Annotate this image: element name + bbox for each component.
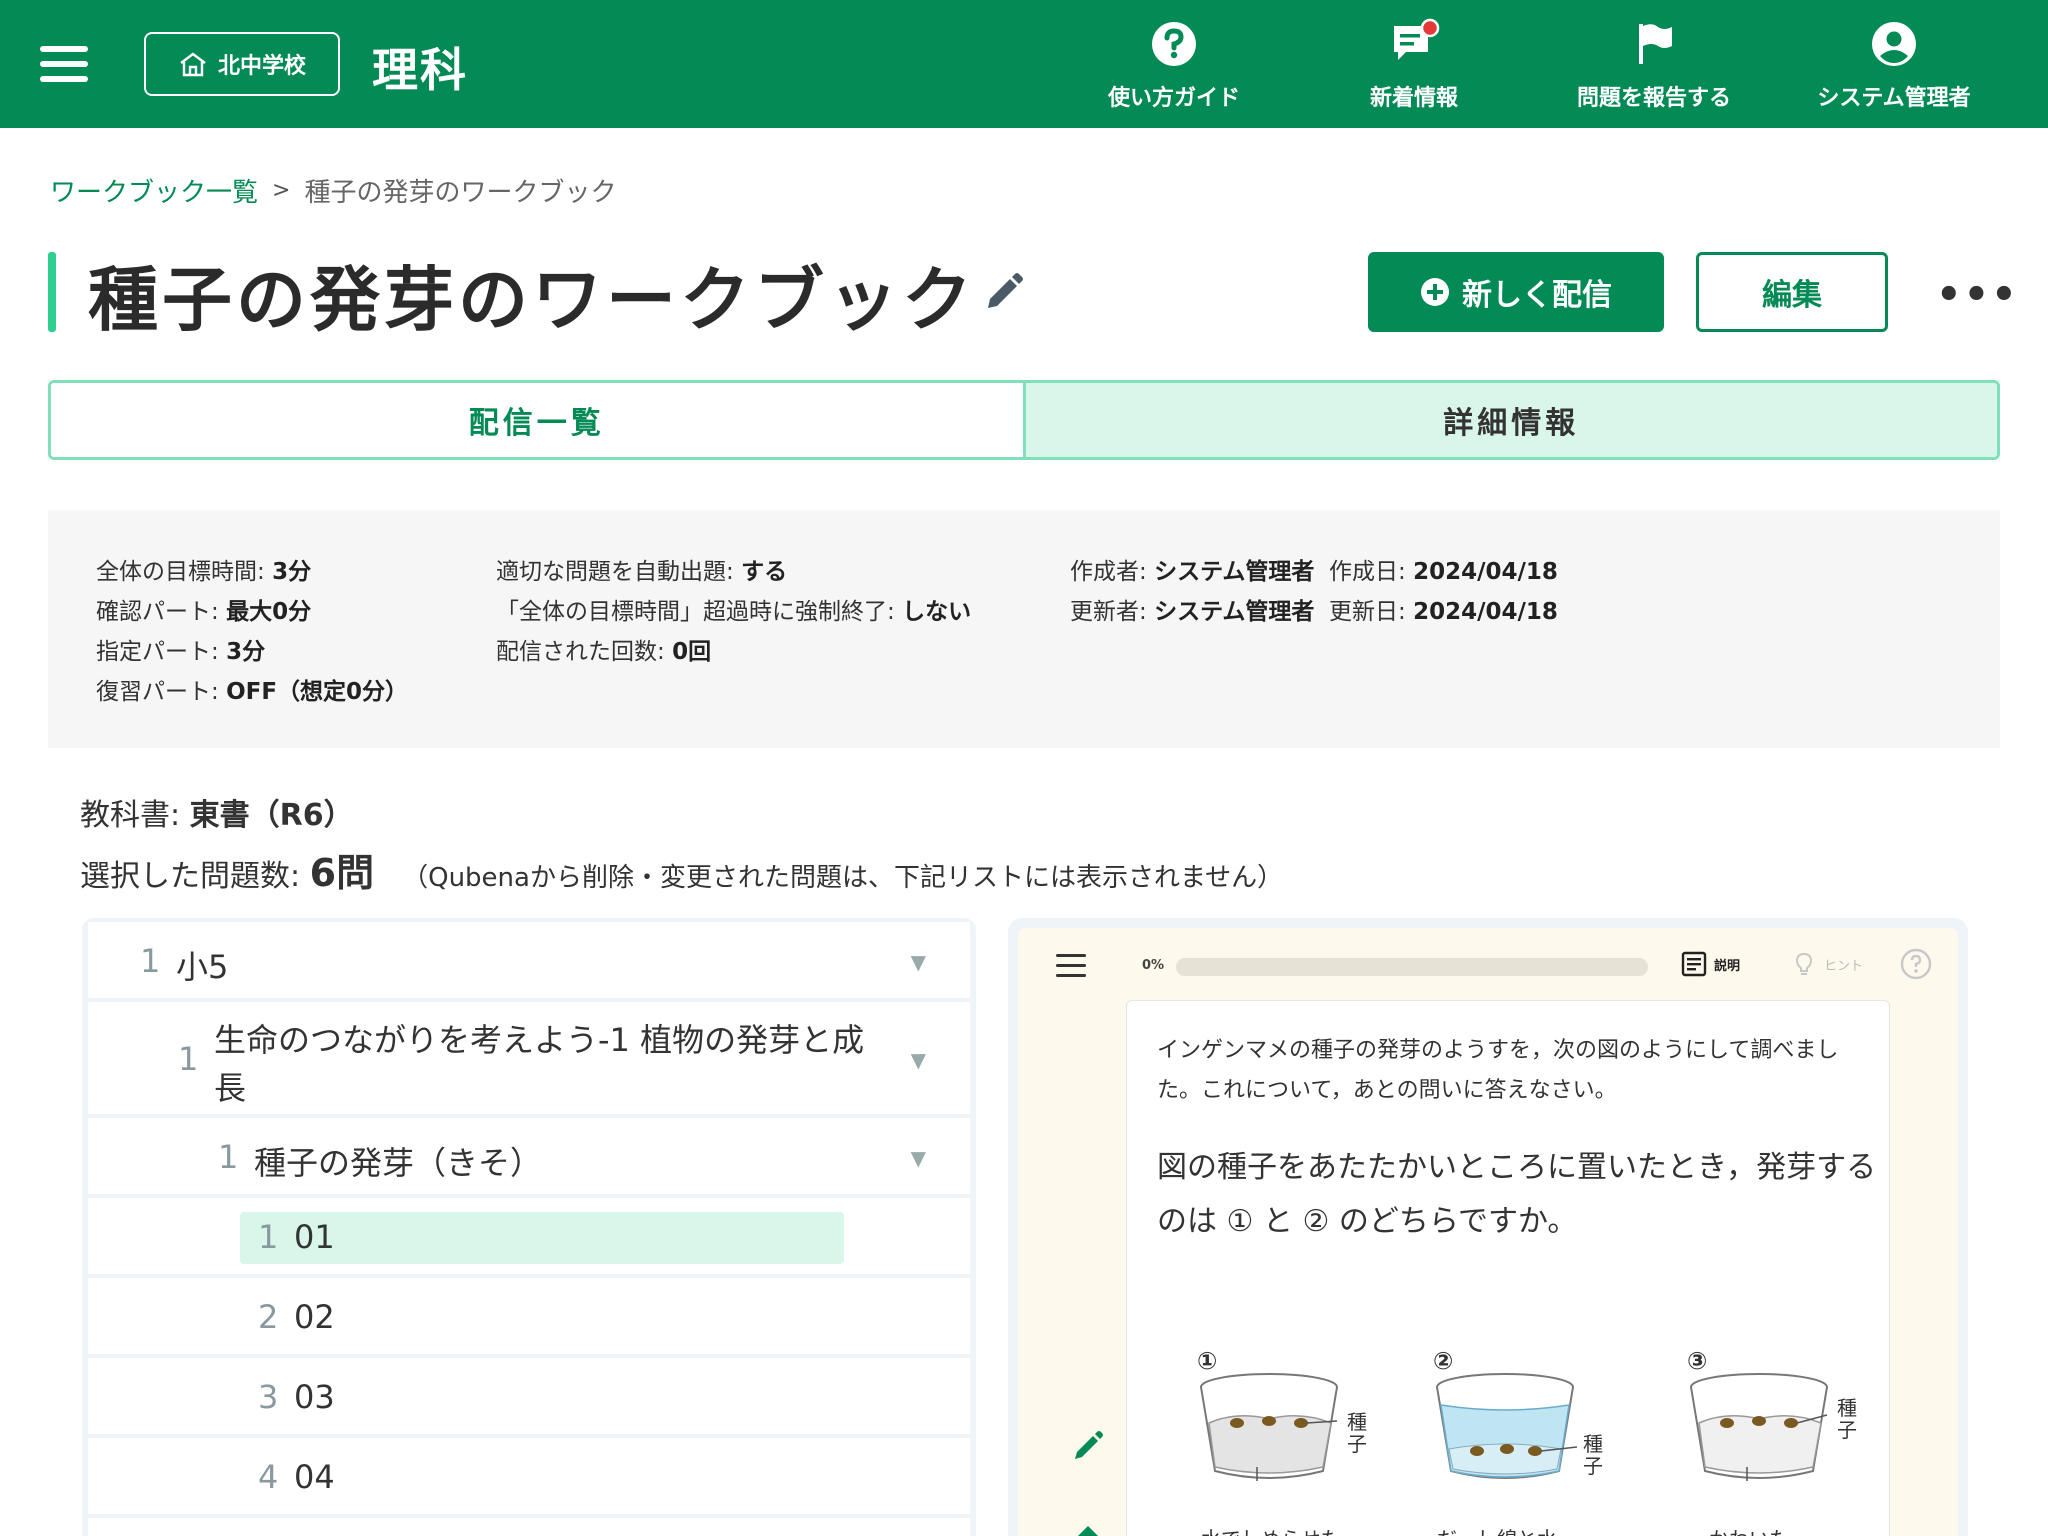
selected-question-count: 選択した問題数: 6問 （Qubenaから削除・変更された問題は、下記リストには表… xyxy=(80,851,1284,895)
subject-title: 理科 xyxy=(372,43,468,97)
top-bar: 北中学校 理科 使い方ガイド 新着情報 問題を報告する システム管理者 xyxy=(0,0,2048,128)
figure-1: ① 種子 水でしめらせた xyxy=(1197,1347,1377,1536)
question-preview: 0% 説明 ヒント インゲンマメの種子の発芽のようすを，次の図のようにして調べま… xyxy=(1008,918,1968,1536)
tab-delivery-list[interactable]: 配信一覧 xyxy=(51,383,1026,457)
tab-bar: 配信一覧 詳細情報 xyxy=(48,380,2000,460)
tree-lesson-row[interactable]: 1 種子の発芽（きそ） ▼ xyxy=(88,1118,970,1194)
eraser-tool-icon[interactable] xyxy=(1070,1520,1106,1536)
progress-percent: 0% xyxy=(1142,958,1165,973)
nav-report[interactable]: 問題を報告する xyxy=(1544,18,1764,112)
tree-question-row[interactable]: 3 03 xyxy=(88,1358,970,1434)
nav-news[interactable]: 新着情報 xyxy=(1304,18,1524,112)
school-name: 北中学校 xyxy=(217,54,306,79)
help-icon xyxy=(1152,22,1196,66)
plus-circle-icon xyxy=(1421,278,1449,306)
title-accent-bar xyxy=(48,252,56,332)
tree-unit-row[interactable]: 1 生命のつながりを考えよう-1 植物の発芽と成長 ▼ xyxy=(88,1002,970,1114)
nav-account[interactable]: システム管理者 xyxy=(1784,18,2004,112)
menu-icon[interactable] xyxy=(40,46,88,82)
page-title: 種子の発芽のワークブック xyxy=(88,259,976,341)
school-selector-button[interactable]: 北中学校 xyxy=(144,32,340,96)
news-icon xyxy=(1394,18,1440,60)
figure-3: ③ 種子 かわいた xyxy=(1687,1347,1867,1536)
tree-question-row-selected[interactable]: 1 01 xyxy=(88,1198,970,1274)
caret-down-icon[interactable]: ▼ xyxy=(911,950,926,974)
breadcrumb-separator: > xyxy=(272,178,291,203)
textbook-info: 教科書: 東書（R6） xyxy=(80,798,354,833)
tab-details[interactable]: 詳細情報 xyxy=(1025,383,1997,457)
info-column-settings: 適切な問題を自動出題: する 「全体の目標時間」超過時に強制終了: しない 配信… xyxy=(496,559,972,665)
cup-damp-cotton-icon xyxy=(1200,1373,1338,1481)
tree-question-row[interactable]: 4 04 xyxy=(88,1438,970,1514)
question-tree: 1 小5 ▼ 1 生命のつながりを考えよう-1 植物の発芽と成長 ▼ 1 種子の… xyxy=(82,918,976,1536)
more-options-icon[interactable]: ••• xyxy=(1936,272,2019,318)
breadcrumb-current: 種子の発芽のワークブック xyxy=(304,178,617,208)
school-icon xyxy=(180,52,206,77)
breadcrumb-workbook-list[interactable]: ワークブック一覧 xyxy=(50,172,258,209)
new-delivery-button[interactable]: 新しく配信 xyxy=(1368,252,1664,332)
info-column-time: 全体の目標時間: 3分 確認パート: 最大0分 指定パート: 3分 復習パート:… xyxy=(96,559,409,705)
nav-guide[interactable]: 使い方ガイド xyxy=(1064,18,1284,112)
explain-button[interactable]: 説明 xyxy=(1680,950,1740,978)
hint-button[interactable]: ヒント xyxy=(1790,950,1863,978)
help-circle-icon[interactable] xyxy=(1900,948,1932,980)
progress-bar xyxy=(1176,958,1648,976)
cup-water-icon xyxy=(1436,1373,1578,1479)
tree-question-row[interactable] xyxy=(88,1518,970,1536)
caret-down-icon[interactable]: ▼ xyxy=(911,1048,926,1072)
preview-menu-icon[interactable] xyxy=(1056,954,1086,984)
breadcrumb: ワークブック一覧 > 種子の発芽のワークブック xyxy=(50,172,616,209)
pencil-tool-icon[interactable] xyxy=(1070,1428,1106,1464)
flag-icon xyxy=(1639,24,1672,64)
document-icon xyxy=(1681,951,1707,977)
caret-down-icon[interactable]: ▼ xyxy=(911,1146,926,1170)
question-intro: インゲンマメの種子の発芽のようすを，次の図のようにして調べました。これについて，… xyxy=(1157,1038,1839,1103)
info-column-authors: 作成者: システム管理者 作成日: 2024/04/18 更新者: システム管理… xyxy=(1070,559,1558,625)
edit-button[interactable]: 編集 xyxy=(1696,252,1888,332)
cup-dry-cotton-icon xyxy=(1690,1373,1828,1481)
lightbulb-icon xyxy=(1795,952,1813,975)
tree-question-row[interactable]: 2 02 xyxy=(88,1278,970,1354)
question-card: インゲンマメの種子の発芽のようすを，次の図のようにして調べました。これについて，… xyxy=(1126,1000,1890,1536)
question-text: 図の種子をあたたかいところに置いたとき，発芽するのは ① と ② のどちらですか… xyxy=(1157,1150,1877,1239)
workbook-info-panel: 全体の目標時間: 3分 確認パート: 最大0分 指定パート: 3分 復習パート:… xyxy=(48,510,2000,748)
figure-2: ② 種子 だっし綿と水 xyxy=(1433,1347,1613,1536)
account-icon xyxy=(1872,22,1916,66)
pencil-icon[interactable] xyxy=(980,268,1028,316)
tree-grade-row[interactable]: 1 小5 ▼ xyxy=(88,922,970,998)
